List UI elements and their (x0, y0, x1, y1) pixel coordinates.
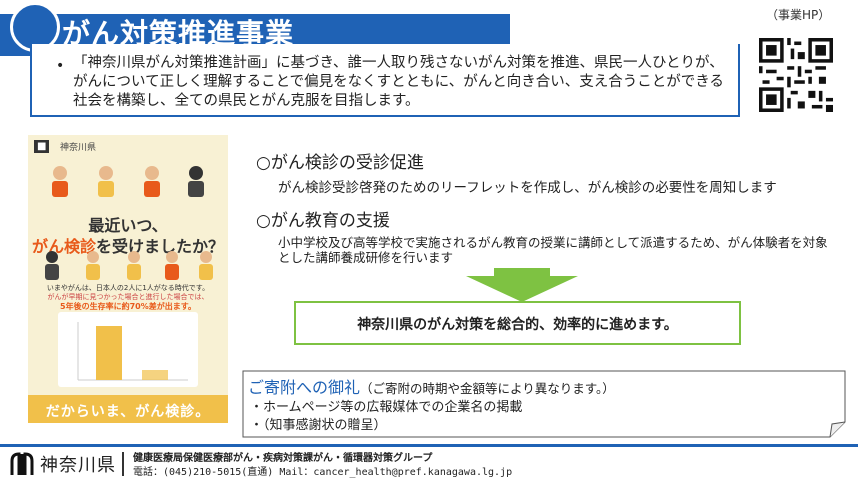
footer-prefecture-name: 神奈川県 (40, 455, 116, 476)
poster-text-3: 5年後の生存率に約70%差が出ます。 (60, 302, 196, 311)
poster-brand: 神奈川県 (60, 143, 97, 153)
item2-heading: ○がん教育の支援 (256, 211, 390, 231)
footer-department: 健康医療局保健医療部がん・疾病対策課がん・循環器対策グループ (133, 453, 433, 464)
prefecture-emblem-icon (10, 452, 34, 475)
poster-logo-icon: ■ (34, 140, 50, 153)
poster-chart-illustration (58, 312, 198, 387)
summary-text: 「神奈川県がん対策推進計画」に基づき、誰一人取り残さないがん対策を推進、県民一人… (73, 55, 724, 109)
summary-bullet: • (56, 58, 65, 74)
poster-footer-text: だからいま、がん検診。 (45, 404, 211, 420)
result-text: 神奈川県のがん対策を総合的、効率的に進めます。 (357, 317, 678, 333)
down-arrow-icon (466, 268, 578, 302)
qr-code-icon[interactable] (759, 38, 833, 112)
item2-text: 小中学校及び高等学校で実施されるがん教育の授業に講師として派遣するため、がん体験… (278, 235, 828, 265)
thanks-item-1: ・ホームページ等の広報媒体での企業名の掲載 (250, 400, 523, 415)
thanks-title: ご寄附への御礼 (248, 378, 361, 397)
thanks-item-2: ・（知事感謝状の贈呈） (250, 418, 387, 433)
poster-people-top-icon (52, 166, 204, 197)
qr-label: （事業HP） (766, 8, 831, 22)
poster-people-bottom-icon (45, 251, 213, 280)
item1-text: がん検診受診啓発のためのリーフレットを作成し、がん検診の必要性を周知します (278, 180, 777, 196)
item1-heading: ○がん検診の受診促進 (256, 153, 424, 173)
thanks-title-line: ご寄附への御礼（ご寄附の時期や金額等により異なります。） (248, 374, 615, 398)
thanks-note: （ご寄附の時期や金額等により異なります。） (360, 381, 615, 396)
poster-bar-graphic (77, 322, 188, 381)
footer-contact[interactable]: 電話：(045)210-5015(直通) Mail：cancer_health@… (133, 463, 512, 478)
footer-divider (122, 452, 124, 476)
